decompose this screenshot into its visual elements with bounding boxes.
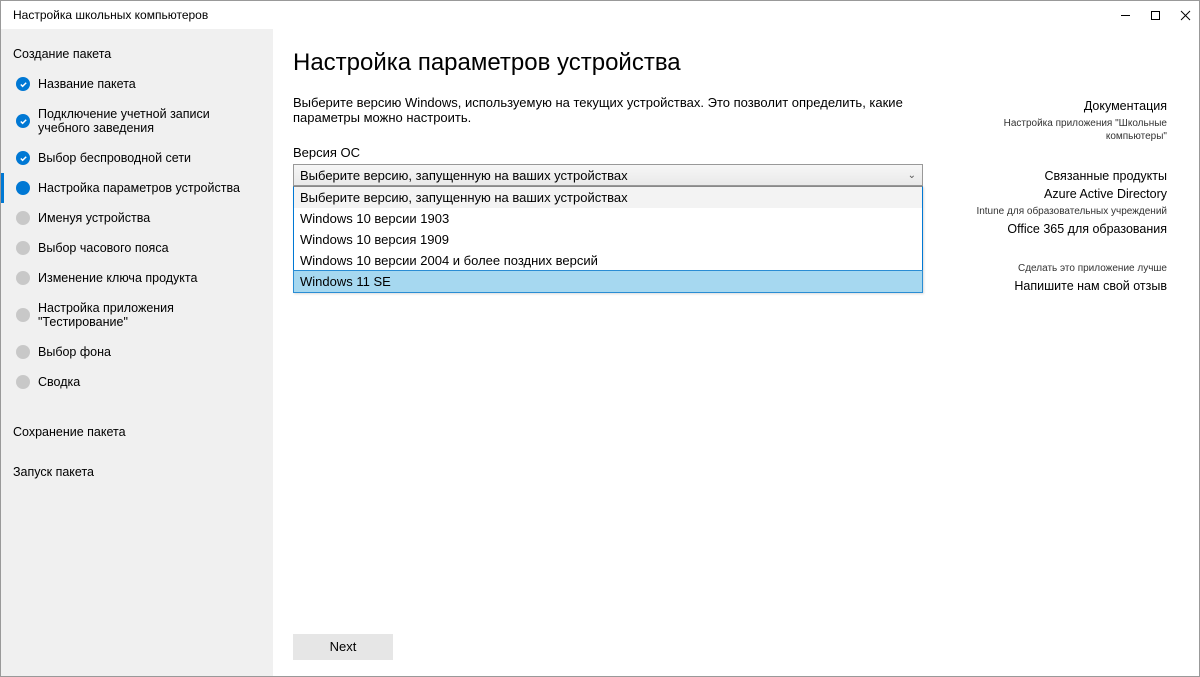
right-pane: Документация Настройка приложения "Школь… xyxy=(973,49,1173,666)
sidebar-step-label: Именуя устройства xyxy=(38,211,150,225)
sidebar-step-label: Выбор фона xyxy=(38,345,111,359)
maximize-button[interactable] xyxy=(1149,9,1161,21)
step-dot-icon xyxy=(16,241,30,255)
sidebar-step-label: Изменение ключа продукта xyxy=(38,271,197,285)
sidebar-step-8[interactable]: Выбор фона xyxy=(1,337,273,367)
sidebar-step-3[interactable]: Настройка параметров устройства xyxy=(1,173,273,203)
related-link-intune[interactable]: Intune для образовательных учреждений xyxy=(973,205,1167,218)
feedback-heading: Сделать это приложение лучше xyxy=(973,262,1167,275)
titlebar: Настройка школьных компьютеров xyxy=(1,1,1199,29)
sidebar-step-1[interactable]: Подключение учетной записи учебного заве… xyxy=(1,99,273,143)
dropdown-option-3[interactable]: Windows 10 версии 2004 и более поздних в… xyxy=(294,250,922,271)
sidebar-step-label: Выбор часового пояса xyxy=(38,241,169,255)
step-dot-icon xyxy=(16,211,30,225)
sidebar-step-7[interactable]: Настройка приложения "Тестирование" xyxy=(1,293,273,337)
feedback-link[interactable]: Напишите нам свой отзыв xyxy=(973,279,1167,293)
chevron-down-icon: ⌄ xyxy=(908,170,916,181)
sidebar-step-label: Сводка xyxy=(38,375,80,389)
related-link-aad[interactable]: Azure Active Directory xyxy=(973,187,1167,201)
sidebar-step-6[interactable]: Изменение ключа продукта xyxy=(1,263,273,293)
dropdown-option-1[interactable]: Windows 10 версии 1903 xyxy=(294,208,922,229)
sidebar-section-save: Сохранение пакета xyxy=(1,417,273,447)
sidebar-step-label: Настройка приложения "Тестирование" xyxy=(38,301,261,329)
check-icon xyxy=(16,151,30,165)
sidebar-step-0[interactable]: Название пакета xyxy=(1,69,273,99)
sidebar-section-create: Создание пакета xyxy=(1,39,273,69)
close-button[interactable] xyxy=(1179,9,1191,21)
sidebar-step-5[interactable]: Выбор часового пояса xyxy=(1,233,273,263)
related-link-office365[interactable]: Office 365 для образования xyxy=(973,222,1167,236)
sidebar-step-4[interactable]: Именуя устройства xyxy=(1,203,273,233)
related-heading: Связанные продукты xyxy=(973,169,1167,183)
doc-link[interactable]: Настройка приложения "Школьные компьютер… xyxy=(973,117,1167,143)
os-version-select[interactable]: Выберите версию, запущенную на ваших уст… xyxy=(293,164,923,186)
dropdown-option-0[interactable]: Выберите версию, запущенную на ваших уст… xyxy=(294,187,922,208)
sidebar-step-9[interactable]: Сводка xyxy=(1,367,273,397)
step-dot-icon xyxy=(16,375,30,389)
minimize-button[interactable] xyxy=(1119,9,1131,21)
select-current-value: Выберите версию, запущенную на ваших уст… xyxy=(300,168,628,183)
check-icon xyxy=(16,77,30,91)
sidebar-section-run: Запуск пакета xyxy=(1,457,273,487)
app-body: Создание пакета Название пакета Подключен… xyxy=(1,29,1199,676)
sidebar: Создание пакета Название пакета Подключен… xyxy=(1,29,273,676)
sidebar-step-label: Настройка параметров устройства xyxy=(38,181,240,195)
step-dot-icon xyxy=(16,308,30,322)
app-window: Настройка школьных компьютеров Создание … xyxy=(0,0,1200,677)
step-dot-icon xyxy=(16,271,30,285)
sidebar-step-label: Название пакета xyxy=(38,77,136,91)
dropdown-option-4[interactable]: Windows 11 SE xyxy=(293,270,923,293)
os-version-dropdown: Выберите версию, запущенную на ваших уст… xyxy=(293,186,923,293)
os-version-label: Версия ОС xyxy=(293,145,973,160)
page-description: Выберите версию Windows, используемую на… xyxy=(293,95,973,125)
window-controls xyxy=(1119,9,1191,21)
check-icon xyxy=(16,114,30,128)
doc-heading: Документация xyxy=(973,99,1167,113)
window-title: Настройка школьных компьютеров xyxy=(13,8,208,22)
next-button[interactable]: Next xyxy=(293,634,393,660)
sidebar-step-2[interactable]: Выбор беспроводной сети xyxy=(1,143,273,173)
step-dot-icon xyxy=(16,345,30,359)
step-dot-icon xyxy=(16,181,30,195)
dropdown-option-2[interactable]: Windows 10 версия 1909 xyxy=(294,229,922,250)
page-title: Настройка параметров устройства xyxy=(293,49,973,77)
sidebar-step-label: Подключение учетной записи учебного заве… xyxy=(38,107,261,135)
main-content: Настройка параметров устройства Выберите… xyxy=(273,29,1199,676)
sidebar-step-label: Выбор беспроводной сети xyxy=(38,151,191,165)
